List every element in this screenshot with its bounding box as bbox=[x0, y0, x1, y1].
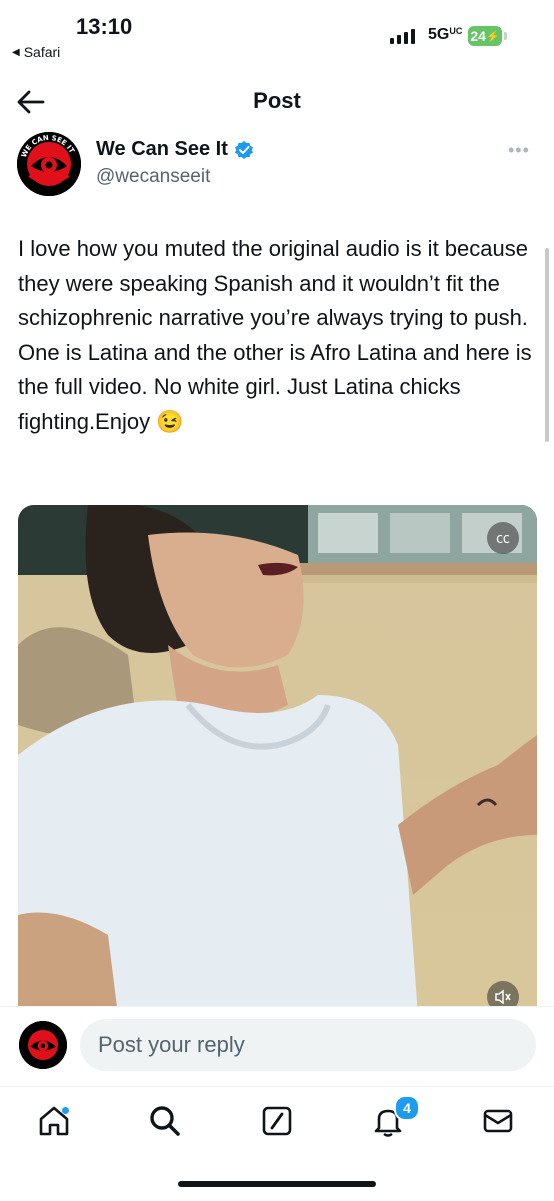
battery-level: 24 bbox=[470, 28, 486, 44]
tab-messages[interactable] bbox=[478, 1101, 518, 1141]
notification-badge: 4 bbox=[394, 1095, 420, 1121]
page-title: Post bbox=[253, 88, 301, 113]
network-type: 5GUC bbox=[428, 26, 462, 44]
video-frame bbox=[18, 505, 537, 1015]
reply-bar bbox=[0, 1006, 554, 1087]
battery-tip bbox=[504, 32, 507, 40]
author-name-row[interactable]: We Can See It bbox=[96, 138, 254, 161]
back-app-label: Safari bbox=[23, 44, 61, 60]
home-indicator[interactable] bbox=[178, 1181, 376, 1187]
grok-icon bbox=[262, 1106, 292, 1136]
eye-logo-small-icon bbox=[19, 1021, 67, 1069]
network-suffix: UC bbox=[449, 26, 463, 36]
tweet-text: I love how you muted the original audio … bbox=[18, 236, 532, 434]
network-label: 5G bbox=[428, 26, 450, 43]
nav-header: Post bbox=[0, 72, 554, 132]
verified-badge-icon bbox=[234, 140, 253, 159]
tweet-video[interactable]: ㏄ bbox=[18, 505, 537, 1015]
back-triangle-icon: ◀ bbox=[12, 46, 20, 58]
more-options-icon[interactable]: ••• bbox=[508, 140, 530, 161]
tweet-author: WE CAN SEE IT We Can See It @wecanseeit … bbox=[0, 132, 554, 202]
envelope-icon bbox=[483, 1109, 513, 1133]
cellular-signal-icon bbox=[390, 28, 415, 44]
speaker-muted-icon bbox=[495, 989, 511, 1005]
home-unread-dot bbox=[62, 1107, 69, 1114]
author-name: We Can See It bbox=[96, 138, 228, 160]
status-bar: 13:10 ◀ Safari 5GUC 24 ⚡ bbox=[0, 0, 554, 72]
author-handle[interactable]: @wecanseeit bbox=[96, 166, 210, 188]
captions-off-icon[interactable]: ㏄ bbox=[487, 522, 519, 554]
user-avatar[interactable] bbox=[19, 1021, 67, 1069]
tab-home[interactable] bbox=[34, 1101, 74, 1141]
status-time: 13:10 bbox=[76, 14, 133, 39]
battery-icon: 24 ⚡ bbox=[468, 26, 502, 46]
back-to-app-link[interactable]: ◀ Safari bbox=[12, 44, 60, 60]
reply-input[interactable] bbox=[80, 1019, 536, 1071]
scroll-indicator[interactable] bbox=[545, 248, 549, 442]
author-avatar[interactable]: WE CAN SEE IT bbox=[17, 132, 81, 196]
eye-logo-icon: WE CAN SEE IT bbox=[17, 132, 81, 196]
tab-search[interactable] bbox=[145, 1101, 185, 1141]
tab-grok[interactable] bbox=[257, 1101, 297, 1141]
search-icon bbox=[150, 1106, 180, 1136]
